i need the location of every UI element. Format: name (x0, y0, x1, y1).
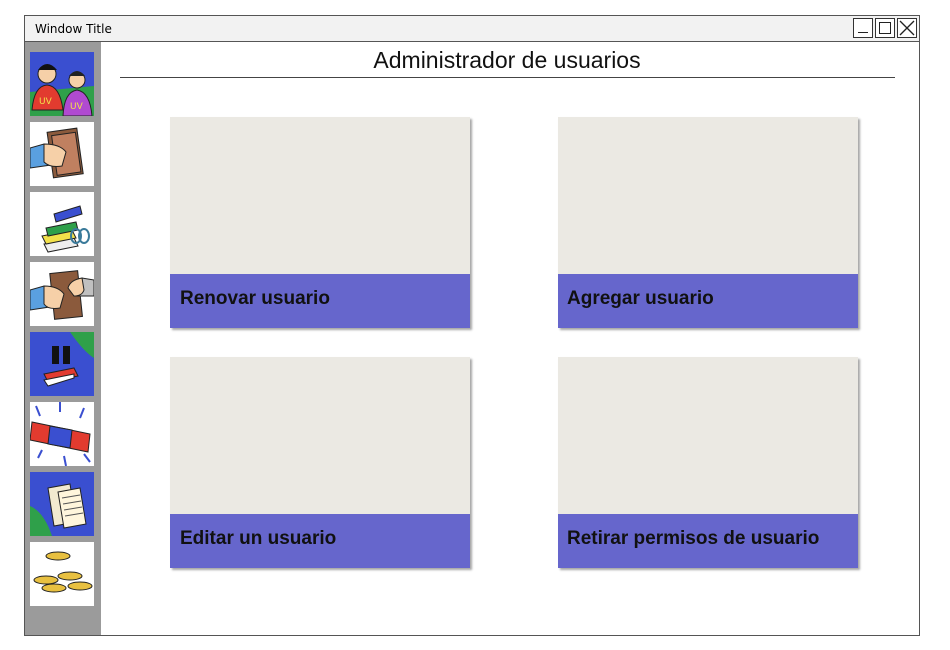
sidebar: UV UV (25, 42, 101, 635)
close-button[interactable] (897, 18, 917, 38)
sidebar-item-users[interactable]: UV UV (30, 52, 94, 116)
close-icon (899, 20, 915, 36)
page-title: Administrador de usuarios (373, 47, 641, 73)
alert-siren-icon (30, 402, 91, 466)
card-label: Renovar usuario (180, 288, 330, 309)
minimize-button[interactable] (853, 18, 873, 38)
coins-icon (33, 551, 93, 593)
revoke-permissions-card[interactable]: Retirar permisos de usuario (558, 357, 858, 568)
window-title: Window Title (35, 22, 112, 36)
app-window: Window Title UV UV Administrador de usua… (24, 15, 920, 636)
title-divider (120, 77, 895, 78)
documents-icon (30, 483, 87, 536)
title-bar: Window Title (25, 16, 919, 42)
card-band: Renovar usuario (170, 274, 470, 328)
card-band: Editar un usuario (170, 514, 470, 568)
pause-book-icon (43, 332, 94, 387)
sidebar-item-suspend[interactable] (30, 332, 94, 396)
card-label: Agregar usuario (567, 288, 714, 309)
edit-user-card[interactable]: Editar un usuario (170, 357, 470, 568)
sidebar-item-fines[interactable] (30, 542, 94, 606)
maximize-button[interactable] (875, 18, 895, 38)
users-icon: UV UV (30, 64, 94, 116)
card-band: Agregar usuario (558, 274, 858, 328)
sidebar-item-return[interactable] (30, 262, 94, 326)
svg-text:UV: UV (70, 102, 84, 112)
sidebar-item-alerts[interactable] (30, 402, 94, 466)
sidebar-item-reports[interactable] (30, 472, 94, 536)
sidebar-item-lend[interactable] (30, 122, 94, 186)
renew-user-card[interactable]: Renovar usuario (170, 117, 470, 328)
book-handover-icon (30, 127, 84, 179)
add-user-card[interactable]: Agregar usuario (558, 117, 858, 328)
svg-text:UV: UV (39, 97, 53, 107)
window-controls (853, 18, 917, 38)
books-stack-icon (41, 205, 90, 253)
card-band: Retirar permisos de usuario (558, 514, 858, 568)
card-label: Editar un usuario (180, 528, 337, 549)
sidebar-item-catalog[interactable] (30, 192, 94, 256)
book-return-icon (30, 270, 94, 320)
main-content: Administrador de usuarios Renovar usuari… (101, 42, 919, 635)
card-label: Retirar permisos de usuario (567, 528, 820, 549)
